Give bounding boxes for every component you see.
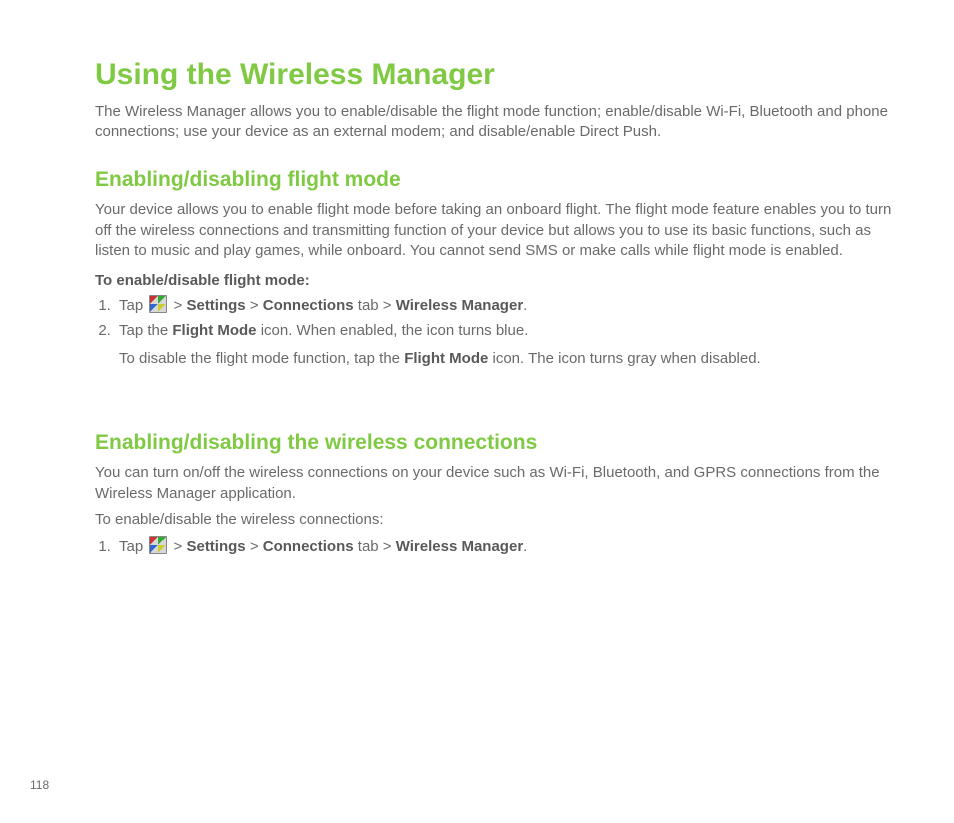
step-text: icon. The icon turns gray when disabled.: [488, 350, 760, 367]
step-text: Tap: [119, 538, 147, 555]
flight-mode-step-1: Tap > Settings > Connections tab > Wirel…: [115, 295, 904, 316]
step-text: >: [169, 297, 186, 314]
flight-mode-paragraph: Your device allows you to enable flight …: [95, 200, 904, 261]
step-bold: Flight Mode: [172, 322, 256, 339]
wireless-connections-subhead: To enable/disable the wireless connectio…: [95, 510, 904, 530]
page-number: 118: [30, 777, 49, 793]
wireless-connections-steps: Tap > Settings > Connections tab > Wirel…: [95, 536, 904, 557]
step-text: >: [246, 297, 263, 314]
step-text: tab >: [354, 297, 396, 314]
start-icon: [149, 536, 167, 554]
step-text: .: [523, 538, 527, 555]
step-text: >: [246, 538, 263, 555]
step-bold: Wireless Manager: [396, 538, 523, 555]
wireless-connections-step-1: Tap > Settings > Connections tab > Wirel…: [115, 536, 904, 557]
wireless-connections-paragraph: You can turn on/off the wireless connect…: [95, 463, 904, 504]
step-bold: Flight Mode: [404, 350, 488, 367]
flight-mode-step-2-sub: To disable the flight mode function, tap…: [119, 349, 904, 369]
flight-mode-steps: Tap > Settings > Connections tab > Wirel…: [95, 295, 904, 341]
step-bold: Connections: [263, 538, 354, 555]
section-heading-wireless-connections: Enabling/disabling the wireless connecti…: [95, 429, 904, 457]
step-bold: Settings: [186, 538, 245, 555]
step-text: tab >: [354, 538, 396, 555]
step-text: Tap the: [119, 322, 172, 339]
start-icon: [149, 295, 167, 313]
step-bold: Settings: [186, 297, 245, 314]
page-title: Using the Wireless Manager: [95, 55, 904, 96]
step-bold: Wireless Manager: [396, 297, 523, 314]
flight-mode-step-2: Tap the Flight Mode icon. When enabled, …: [115, 321, 904, 341]
step-text: To disable the flight mode function, tap…: [119, 350, 404, 367]
flight-mode-subhead: To enable/disable flight mode:: [95, 271, 904, 291]
intro-paragraph: The Wireless Manager allows you to enabl…: [95, 102, 904, 143]
step-text: .: [523, 297, 527, 314]
section-heading-flight-mode: Enabling/disabling flight mode: [95, 166, 904, 194]
step-text: Tap: [119, 297, 147, 314]
step-text: >: [169, 538, 186, 555]
step-bold: Connections: [263, 297, 354, 314]
step-text: icon. When enabled, the icon turns blue.: [257, 322, 529, 339]
